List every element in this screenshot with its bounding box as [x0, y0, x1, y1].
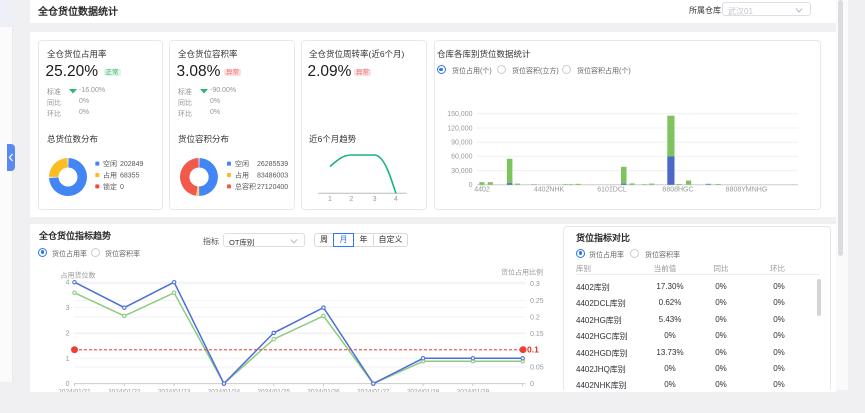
- svg-text:3: 3: [66, 305, 70, 312]
- svg-text:4: 4: [394, 196, 398, 203]
- svg-text:0: 0: [530, 381, 534, 388]
- svg-text:1: 1: [66, 356, 70, 363]
- svg-text:2: 2: [66, 330, 70, 337]
- svg-text:4402: 4402: [474, 187, 490, 194]
- svg-text:货位占用比例: 货位占用比例: [501, 268, 543, 277]
- svg-text:占用货位数: 占用货位数: [61, 271, 96, 280]
- svg-text:空闲: 空闲: [103, 159, 117, 168]
- svg-text:60,000: 60,000: [451, 154, 473, 161]
- svg-text:26285539: 26285539: [257, 161, 288, 168]
- svg-text:150,000: 150,000: [447, 111, 472, 118]
- svg-text:占用: 占用: [235, 171, 249, 180]
- svg-text:2024/01/21: 2024/01/21: [58, 389, 91, 393]
- svg-text:2024/01/29: 2024/01/29: [457, 389, 490, 393]
- svg-text:0.25: 0.25: [530, 298, 544, 305]
- svg-text:30,000: 30,000: [451, 168, 473, 175]
- svg-text:90,000: 90,000: [451, 140, 473, 147]
- svg-text:0.1: 0.1: [527, 345, 539, 355]
- svg-text:0.2: 0.2: [530, 315, 540, 322]
- svg-text:8808YMNHG: 8808YMNHG: [726, 187, 768, 194]
- svg-text:2: 2: [349, 196, 353, 203]
- svg-text:0: 0: [120, 184, 124, 191]
- svg-text:2024/01/22: 2024/01/22: [108, 389, 141, 393]
- svg-text:83486003: 83486003: [257, 173, 288, 180]
- svg-text:68355: 68355: [120, 173, 140, 180]
- svg-text:2024/01/28: 2024/01/28: [407, 389, 440, 393]
- svg-text:2024/01/23: 2024/01/23: [158, 389, 191, 393]
- svg-text:0: 0: [469, 182, 473, 189]
- svg-text:占用: 占用: [103, 171, 117, 180]
- svg-text:锁定: 锁定: [103, 182, 117, 191]
- svg-text:0.05: 0.05: [530, 365, 544, 372]
- svg-text:120,000: 120,000: [447, 125, 472, 132]
- svg-text:0.3: 0.3: [530, 281, 540, 288]
- svg-text:0: 0: [66, 381, 70, 388]
- svg-text:3: 3: [373, 196, 377, 203]
- svg-text:1: 1: [328, 196, 332, 203]
- svg-text:27120400: 27120400: [257, 184, 288, 191]
- svg-text:空闲: 空闲: [235, 159, 249, 168]
- svg-text:总容积: 总容积: [235, 182, 256, 191]
- svg-text:2024/01/27: 2024/01/27: [357, 389, 390, 393]
- svg-text:4402NHK: 4402NHK: [534, 187, 565, 194]
- svg-text:8808HGC: 8808HGC: [662, 187, 693, 194]
- svg-text:2024/01/25: 2024/01/25: [257, 389, 290, 393]
- svg-text:0.15: 0.15: [530, 331, 544, 338]
- svg-text:4: 4: [66, 280, 70, 287]
- svg-text:202849: 202849: [120, 161, 143, 168]
- svg-text:2024/01/24: 2024/01/24: [208, 389, 241, 393]
- svg-text:2024/01/26: 2024/01/26: [307, 389, 340, 393]
- svg-text:6101DCL: 6101DCL: [597, 187, 627, 194]
